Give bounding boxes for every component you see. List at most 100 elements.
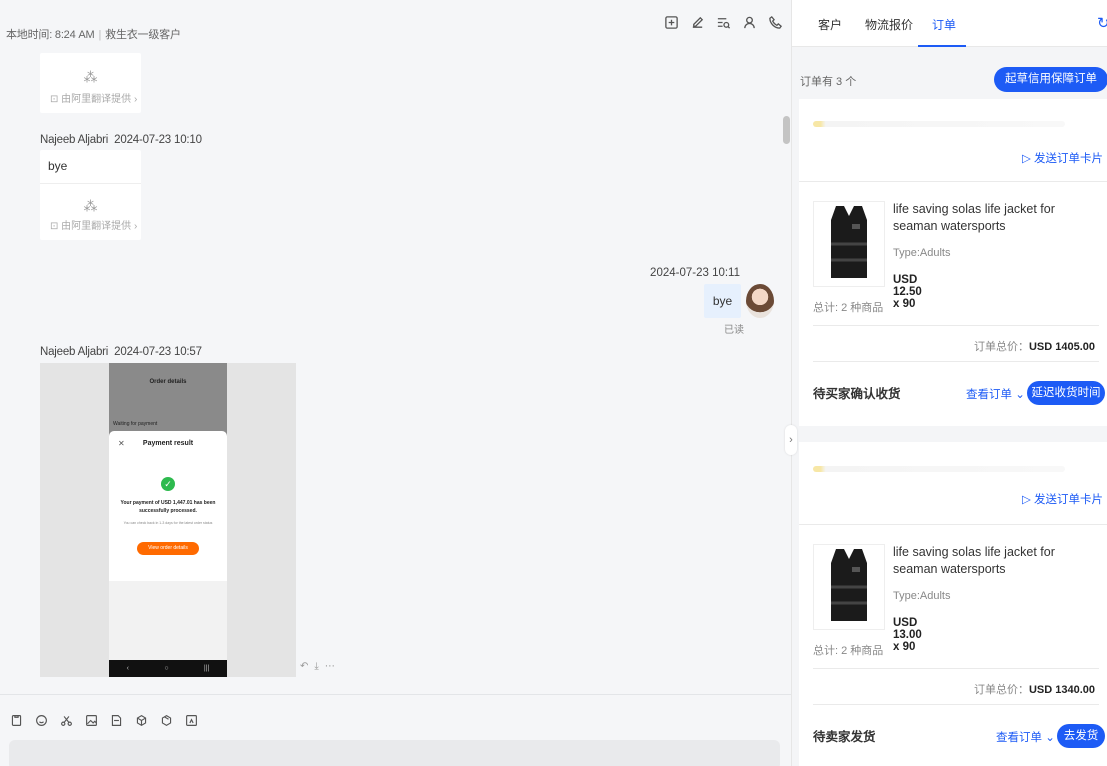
success-check-icon: ✓ xyxy=(161,477,175,491)
divider xyxy=(799,181,1107,182)
card-icon[interactable] xyxy=(183,712,199,728)
order-header: ▷ 发送订单卡片 xyxy=(799,99,1107,181)
chat-header: 本地时间: 8:24 AM | 救生衣一级客户 xyxy=(0,0,791,46)
message-bubble[interactable]: bye ⁂ ⊡ 由阿里翻译提供 › xyxy=(40,150,141,240)
sender-name: Najeeb Aljabri xyxy=(40,134,109,146)
sender-name: Najeeb Aljabri xyxy=(40,346,109,358)
view-order-link[interactable]: 查看订单 ⌄ xyxy=(996,729,1055,745)
translation-provider[interactable]: ⊡ 由阿里翻译提供 › xyxy=(40,90,141,105)
product-price: USD 12.50 x 90 xyxy=(893,274,922,310)
phone-nav-bar: ‹ ○ ||| xyxy=(109,660,227,677)
translate-icon: ⊡ xyxy=(50,221,62,232)
send-icon: ▷ xyxy=(1022,494,1035,506)
search-list-icon[interactable] xyxy=(715,14,731,30)
product-type: Type:Adults xyxy=(893,590,951,602)
input-toolbar xyxy=(0,694,791,740)
life-jacket-image xyxy=(831,206,867,278)
reply-icon[interactable]: ↶ xyxy=(300,661,308,672)
divider xyxy=(813,361,1099,362)
active-tab-indicator xyxy=(918,45,966,47)
read-status: 已读 xyxy=(724,325,744,336)
image-message[interactable]: Order details Waiting for payment ✕ Paym… xyxy=(40,363,296,677)
product-price: USD 13.00 x 90 xyxy=(893,617,922,653)
message-text: bye xyxy=(712,294,733,308)
modal-title: Payment result xyxy=(142,440,194,447)
order-card: ▷ 发送订单卡片 life saving solas life jacket f… xyxy=(799,99,1107,426)
phone-title: Order details xyxy=(149,379,187,385)
image-icon[interactable] xyxy=(83,712,99,728)
draft-credit-order-button[interactable]: 起草信用保障订单 xyxy=(994,67,1107,92)
message-time: 2024-07-23 10:57 xyxy=(114,346,202,358)
image-actions: ↶ ⤓ ⋯ xyxy=(300,661,335,672)
tab-logistics-quote[interactable]: 物流报价 xyxy=(865,16,913,33)
divider xyxy=(813,668,1099,669)
order-count: 订单有 3 个 xyxy=(800,76,857,88)
divider xyxy=(799,524,1107,525)
add-note-icon[interactable] xyxy=(663,14,679,30)
payment-note: You can check back in 1-3 days for the l… xyxy=(123,521,213,525)
order-total: 订单总价：USD 1405.00 xyxy=(973,341,1095,353)
send-icon: ▷ xyxy=(1022,153,1035,165)
header-toolbar xyxy=(663,14,783,30)
side-tabs: 客户 物流报价 订单 ↻ xyxy=(792,0,1107,47)
order-status: 待卖家发货 xyxy=(813,730,876,744)
contact-icon[interactable] xyxy=(741,14,757,30)
translation-card: ⁂ ⊡ 由阿里翻译提供 › xyxy=(40,53,141,113)
product-title[interactable]: life saving solas life jacket for seaman… xyxy=(893,544,1097,578)
extend-receipt-button[interactable]: 延迟收货时间 xyxy=(1027,381,1105,405)
tab-orders[interactable]: 订单 xyxy=(932,16,956,33)
life-jacket-image xyxy=(831,549,867,621)
order-card: ▷ 发送订单卡片 life saving solas life jacket f… xyxy=(799,442,1107,766)
chevron-down-icon: ⌄ xyxy=(1012,389,1025,401)
emoji-icon[interactable] xyxy=(33,712,49,728)
order-header-blurred xyxy=(813,121,1065,127)
payment-result-modal: ✕ Payment result ✓ Your payment of USD 1… xyxy=(109,431,227,581)
order-header: ▷ 发送订单卡片 xyxy=(799,442,1107,524)
home-icon: ○ xyxy=(164,665,169,672)
product-thumbnail xyxy=(813,544,885,630)
download-icon[interactable]: ⤓ xyxy=(314,661,318,672)
order-header-blurred xyxy=(813,466,1065,472)
send-order-card-button[interactable]: ▷ 发送订单卡片 xyxy=(1022,150,1103,166)
translation-provider[interactable]: ⊡ 由阿里翻译提供 › xyxy=(40,217,141,232)
my-message-bubble[interactable]: bye xyxy=(704,284,741,318)
order-status: 待买家确认收货 xyxy=(813,387,901,401)
loading-spinner-icon: ⁂ xyxy=(83,69,98,85)
customer-tag: 救生衣一级客户 xyxy=(105,29,181,41)
ship-order-button[interactable]: 去发货 xyxy=(1057,724,1105,748)
scissors-icon[interactable] xyxy=(58,712,74,728)
loading-spinner-icon: ⁂ xyxy=(83,198,98,214)
package-icon[interactable] xyxy=(158,712,174,728)
message-text: bye xyxy=(40,150,141,184)
payment-message: Your payment of USD 1,447.01 has been su… xyxy=(120,500,216,514)
more-icon[interactable]: ⋯ xyxy=(325,661,335,672)
clipboard-icon[interactable] xyxy=(8,712,24,728)
customer-info: 本地时间: 8:24 AM | 救生衣一级客户 xyxy=(6,26,181,42)
order-total: 订单总价：USD 1340.00 xyxy=(973,684,1095,696)
send-order-card-button[interactable]: ▷ 发送订单卡片 xyxy=(1022,491,1103,507)
divider xyxy=(813,325,1099,326)
message-list[interactable]: ⁂ ⊡ 由阿里翻译提供 › Najeeb Aljabri 2024-07-23 1… xyxy=(0,46,791,694)
payment-screenshot: Order details Waiting for payment ✕ Paym… xyxy=(109,363,227,677)
my-message-time: 2024-07-23 10:11 xyxy=(650,267,740,279)
message-meta: Najeeb Aljabri 2024-07-23 10:57 xyxy=(40,346,202,358)
items-total: 总计: 2 种商品 xyxy=(813,645,884,657)
edit-icon[interactable] xyxy=(689,14,705,30)
menu-icon: ||| xyxy=(203,665,210,672)
back-icon: ‹ xyxy=(126,665,129,672)
side-panel: 客户 物流报价 订单 ↻ 订单有 3 个 起草信用保障订单 ▷ 发送订单卡片 l… xyxy=(791,0,1107,766)
message-meta: Najeeb Aljabri 2024-07-23 10:10 xyxy=(40,134,202,146)
message-time: 2024-07-23 10:10 xyxy=(114,134,202,146)
avatar[interactable] xyxy=(746,284,774,318)
file-icon[interactable] xyxy=(108,712,124,728)
tab-customer[interactable]: 客户 xyxy=(818,16,842,33)
refresh-icon[interactable]: ↻ xyxy=(1097,14,1107,32)
chat-scrollbar[interactable] xyxy=(783,116,790,144)
phone-icon[interactable] xyxy=(767,14,783,30)
message-input[interactable] xyxy=(9,740,780,766)
product-icon[interactable] xyxy=(133,712,149,728)
product-title[interactable]: life saving solas life jacket for seaman… xyxy=(893,201,1097,235)
collapse-panel-chevron-icon[interactable]: › xyxy=(785,425,797,455)
separator: | xyxy=(98,29,102,41)
view-order-link[interactable]: 查看订单 ⌄ xyxy=(966,386,1025,402)
